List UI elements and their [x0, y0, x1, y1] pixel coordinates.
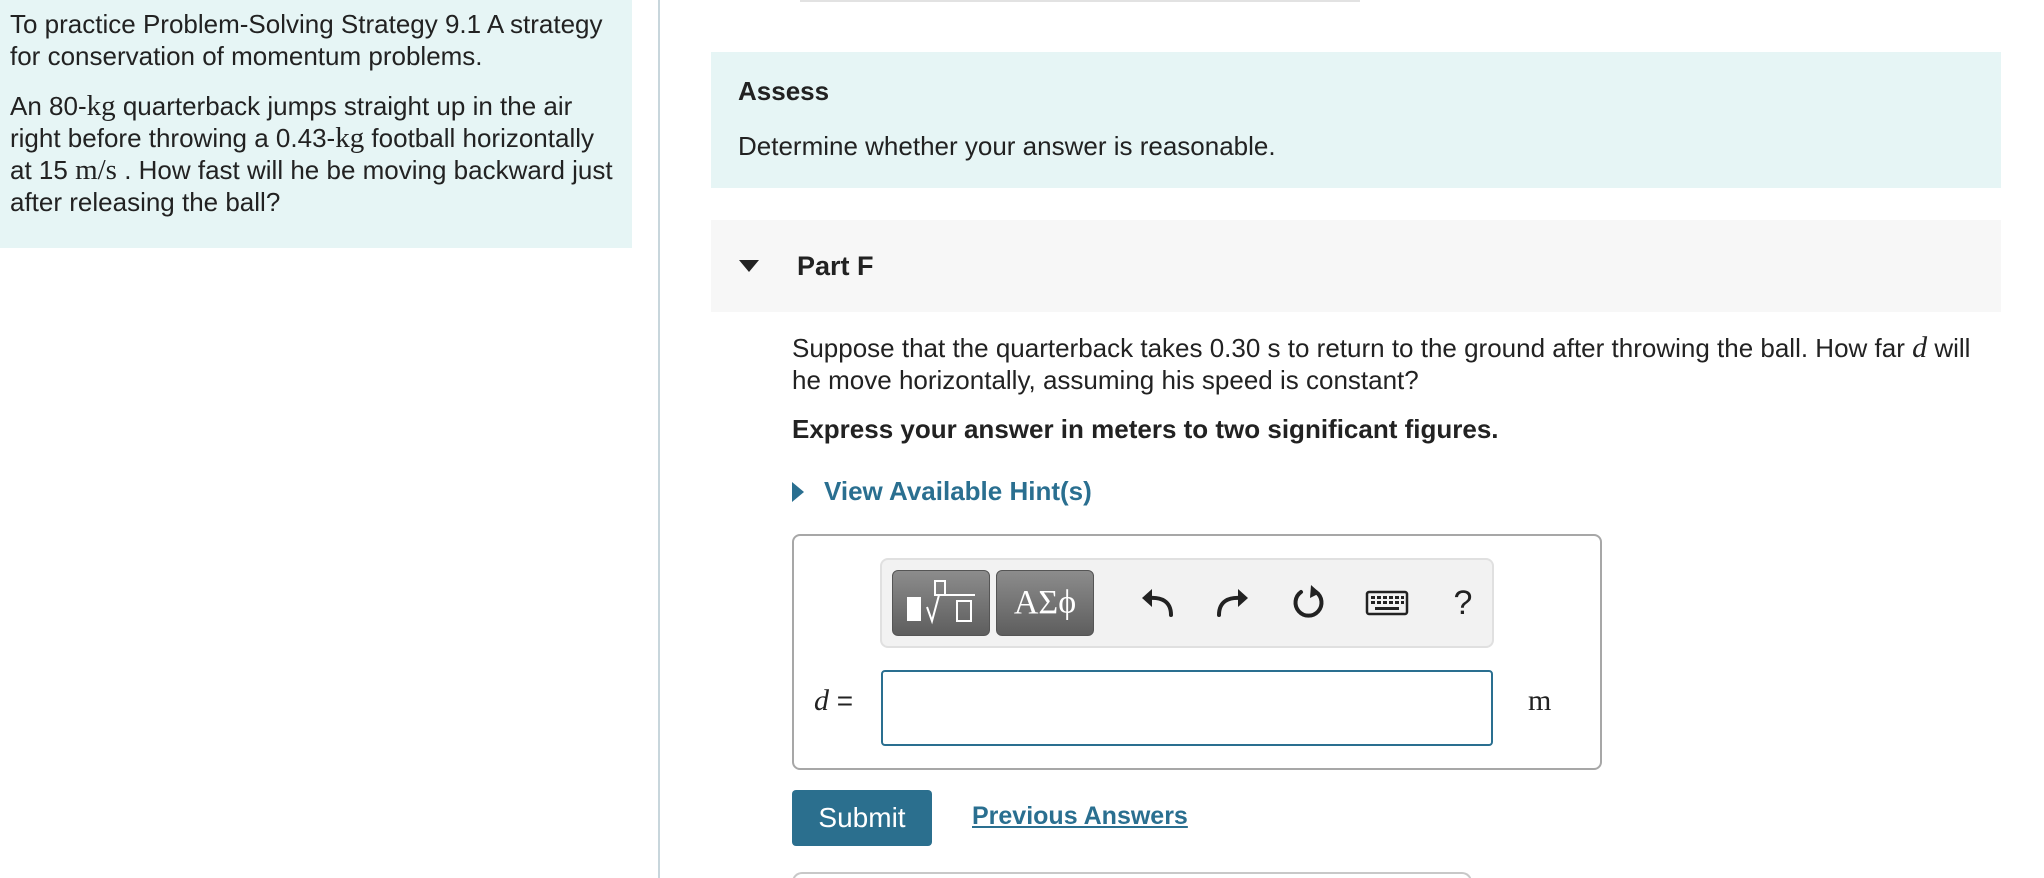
keyboard-icon[interactable] [1362, 578, 1412, 628]
view-hints-toggle[interactable]: View Available Hint(s) [792, 476, 1092, 507]
template-icon [907, 580, 975, 625]
unit-label: m [1528, 684, 1552, 717]
hint-label: View Available Hint(s) [824, 476, 1092, 506]
problem-statement: An 80-kg quarterback jumps straight up i… [10, 90, 613, 217]
answer-variable-label: d = [814, 684, 854, 717]
collapse-icon [739, 260, 759, 272]
intro-panel: To practice Problem-Solving Strategy 9.1… [0, 0, 632, 248]
answer-input[interactable] [881, 670, 1493, 746]
assess-section: Assess Determine whether your answer is … [711, 52, 2001, 188]
submit-button[interactable]: Submit [792, 790, 932, 846]
templates-button[interactable] [892, 570, 990, 636]
answer-box: ΑΣϕ ? d = m [792, 534, 1602, 770]
redo-icon[interactable] [1208, 578, 1258, 628]
expand-icon [792, 481, 804, 502]
help-icon[interactable]: ? [1438, 578, 1488, 628]
greek-symbols-button[interactable]: ΑΣϕ [996, 570, 1094, 636]
math-toolbar: ΑΣϕ ? [880, 558, 1494, 648]
assess-text: Determine whether your answer is reasona… [738, 131, 1276, 161]
next-panel-edge [792, 872, 1472, 878]
undo-icon[interactable] [1132, 578, 1182, 628]
column-divider [658, 0, 660, 878]
reset-icon[interactable] [1284, 578, 1334, 628]
page: To practice Problem-Solving Strategy 9.1… [0, 0, 2044, 878]
top-rule [800, 0, 1360, 2]
part-label: Part F [797, 250, 874, 281]
question-text: Suppose that the quarterback takes 0.30 … [792, 331, 1971, 396]
previous-answers-link[interactable]: Previous Answers [972, 802, 1188, 831]
assess-title: Assess [738, 76, 830, 106]
part-f-header[interactable]: Part F [711, 220, 2001, 312]
answer-instruction: Express your answer in meters to two sig… [792, 414, 1499, 444]
strategy-text: To practice Problem-Solving Strategy 9.1… [10, 9, 603, 71]
